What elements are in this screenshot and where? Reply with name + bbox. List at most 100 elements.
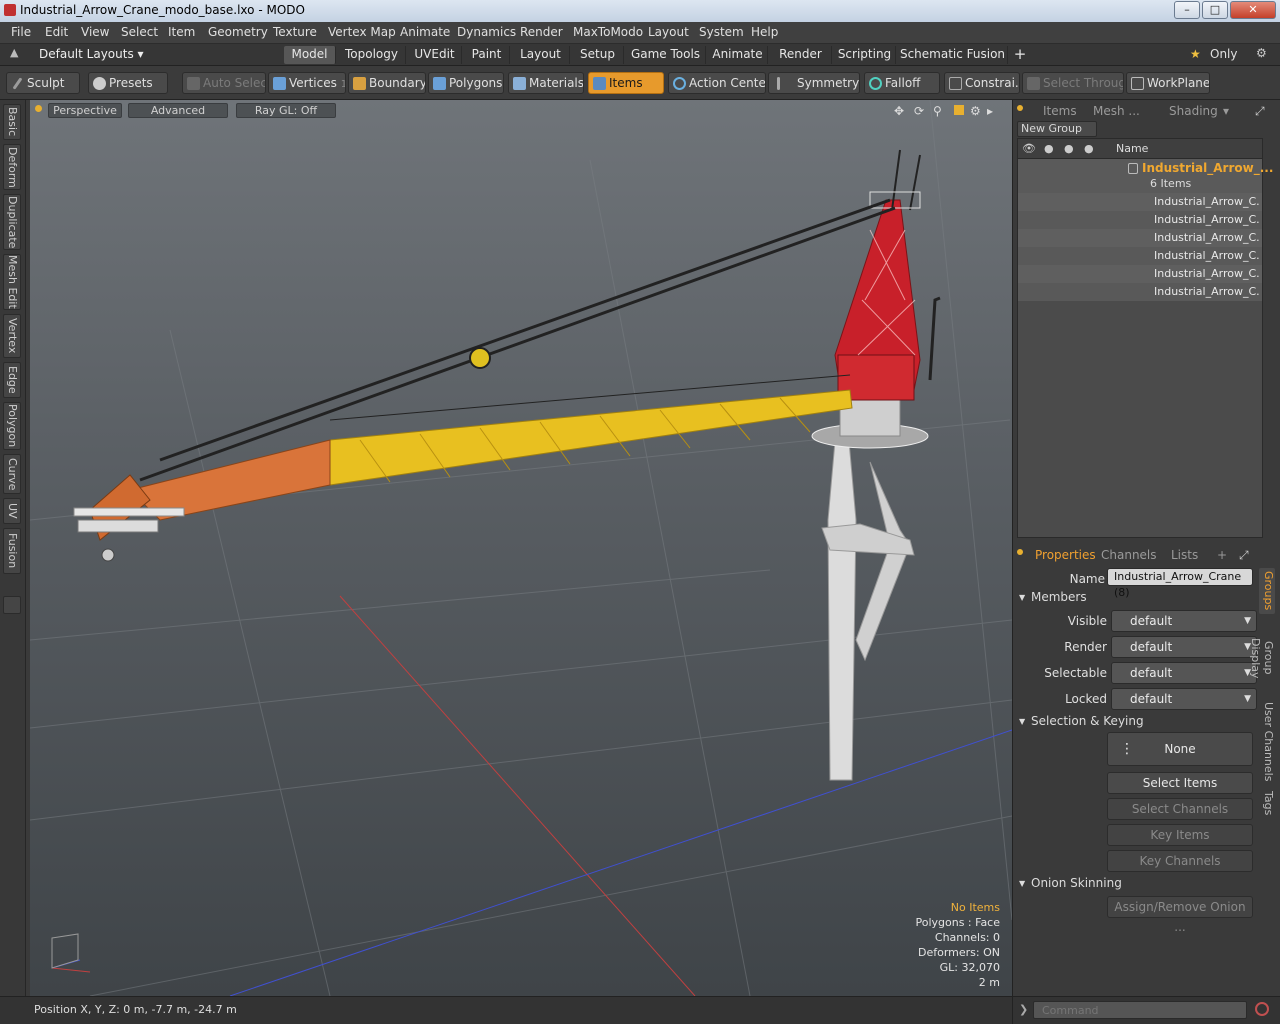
falloff-button[interactable]: Falloff xyxy=(864,72,940,94)
visibility-eye-icon[interactable]: 👁 xyxy=(1022,142,1036,155)
tab-layout[interactable]: Layout xyxy=(512,46,570,64)
polygons-button[interactable]: Polygons xyxy=(428,72,504,94)
key-channels-button[interactable]: Key Channels xyxy=(1107,850,1253,872)
menu-maxtomodo[interactable]: MaxToModo xyxy=(573,25,643,39)
tab-extra[interactable] xyxy=(3,596,21,614)
tab-setup[interactable]: Setup xyxy=(572,46,624,64)
lock-icon[interactable]: ● xyxy=(1064,142,1074,155)
select-items-button[interactable]: Select Items xyxy=(1107,772,1253,794)
tab-tags[interactable]: Tags xyxy=(1259,788,1275,818)
menu-render[interactable]: Render xyxy=(520,25,563,39)
name-field[interactable]: Industrial_Arrow_Crane (8) xyxy=(1107,568,1253,599)
tab-vertex[interactable]: Vertex xyxy=(3,314,21,358)
sculpt-button[interactable]: Sculpt xyxy=(6,72,80,94)
record-icon[interactable] xyxy=(1255,1002,1269,1016)
tab-deform[interactable]: Deform xyxy=(3,144,21,190)
panel-dropdown-icon[interactable]: ▾ xyxy=(1223,102,1229,120)
symmetry-button[interactable]: Symmetry xyxy=(768,72,860,94)
auto-select-button[interactable]: Auto Select xyxy=(182,72,266,94)
minimize-button[interactable]: – xyxy=(1174,1,1200,19)
tab-curve[interactable]: Curve xyxy=(3,454,21,494)
boundary-button[interactable]: Boundary xyxy=(348,72,426,94)
list-item[interactable]: Industrial_Arrow_C... xyxy=(1018,193,1262,211)
menu-edit[interactable]: Edit xyxy=(45,25,68,39)
items-button[interactable]: Items 5 xyxy=(588,72,664,94)
tab-render[interactable]: Render xyxy=(770,46,832,64)
materials-button[interactable]: Materials xyxy=(508,72,584,94)
only-toggle[interactable]: Only xyxy=(1210,47,1238,61)
list-item[interactable]: Industrial_Arrow_C... xyxy=(1018,265,1262,283)
menu-help[interactable]: Help xyxy=(751,25,778,39)
constraints-button[interactable]: Constrai... xyxy=(944,72,1020,94)
add-tab-button[interactable]: + xyxy=(1010,46,1030,64)
list-item[interactable]: Industrial_Arrow_C... xyxy=(1018,247,1262,265)
tab-edge[interactable]: Edge xyxy=(3,362,21,398)
menu-select[interactable]: Select xyxy=(121,25,158,39)
tab-groups[interactable]: Groups xyxy=(1259,568,1275,614)
command-input[interactable] xyxy=(1033,1001,1247,1019)
tab-schematic-fusion[interactable]: Schematic Fusion xyxy=(898,46,1008,64)
tab-scripting[interactable]: Scripting xyxy=(834,46,896,64)
tab-model[interactable]: Model xyxy=(284,46,336,64)
select-icon[interactable]: ● xyxy=(1084,142,1094,155)
tab-mesh[interactable]: Mesh ... xyxy=(1093,102,1140,120)
tab-shading[interactable]: Shading xyxy=(1169,102,1218,120)
tab-duplicate[interactable]: Duplicate xyxy=(3,194,21,250)
tab-uvedit[interactable]: UVEdit xyxy=(408,46,462,64)
tab-fusion[interactable]: Fusion xyxy=(3,528,21,574)
onion-skinning-section[interactable]: ▼ Onion Skinning xyxy=(1017,876,1253,892)
menu-file[interactable]: File xyxy=(11,25,31,39)
properties-expand-icon[interactable]: ⤢ xyxy=(1239,546,1249,564)
shading-mode-button[interactable]: Advanced xyxy=(128,103,228,118)
tab-animate[interactable]: Animate xyxy=(708,46,768,64)
tab-game-tools[interactable]: Game Tools xyxy=(626,46,706,64)
render-icon[interactable]: ● xyxy=(1044,142,1054,155)
tab-topology[interactable]: Topology xyxy=(338,46,406,64)
maximize-button[interactable]: □ xyxy=(1202,1,1228,19)
tab-uv[interactable]: UV xyxy=(3,498,21,524)
gear-icon[interactable]: ⚙ xyxy=(1256,46,1267,60)
workplane-button[interactable]: WorkPlane xyxy=(1126,72,1210,94)
menu-dynamics[interactable]: Dynamics xyxy=(457,25,516,39)
raygl-toggle[interactable]: Ray GL: Off xyxy=(236,103,336,118)
new-group-button[interactable]: New Group xyxy=(1017,121,1097,137)
assign-onion-button[interactable]: Assign/Remove Onion ... xyxy=(1107,896,1253,934)
group-row[interactable]: Industrial_Arrow_... 6 Items xyxy=(1018,159,1273,193)
select-through-button[interactable]: Select Through xyxy=(1022,72,1124,94)
menu-texture[interactable]: Texture xyxy=(273,25,317,39)
presets-button[interactable]: Presets xyxy=(88,72,168,94)
tab-properties[interactable]: Properties xyxy=(1035,546,1096,564)
list-item[interactable]: Industrial_Arrow_C... xyxy=(1018,229,1262,247)
action-center-button[interactable]: Action Center xyxy=(668,72,766,94)
render-dropdown[interactable]: default ▼ xyxy=(1111,636,1257,658)
vertices-button[interactable]: Vertices 1 xyxy=(268,72,346,94)
menu-animate[interactable]: Animate xyxy=(400,25,450,39)
visible-dropdown[interactable]: default ▼ xyxy=(1111,610,1257,632)
tab-polygon[interactable]: Polygon xyxy=(3,402,21,450)
menu-vertex-map[interactable]: Vertex Map xyxy=(328,25,396,39)
tab-user-channels[interactable]: User Channels xyxy=(1259,702,1275,782)
close-window-button[interactable]: ✕ xyxy=(1230,1,1276,19)
locked-dropdown[interactable]: default ▼ xyxy=(1111,688,1257,710)
layout-preset-dropdown[interactable]: Default Layouts ▾ xyxy=(39,47,144,61)
menu-system[interactable]: System xyxy=(699,25,744,39)
tab-mesh-edit[interactable]: Mesh Edit xyxy=(3,254,21,310)
tab-group-display[interactable]: Group Display xyxy=(1249,620,1275,696)
menu-view[interactable]: View xyxy=(81,25,109,39)
tab-items[interactable]: Items xyxy=(1043,102,1077,120)
selectable-dropdown[interactable]: default ▼ xyxy=(1111,662,1257,684)
panel-expand-icon[interactable]: ⤢ xyxy=(1255,102,1265,120)
members-section[interactable]: ▼ Members xyxy=(1017,590,1253,606)
menu-layout[interactable]: Layout xyxy=(648,25,689,39)
select-channels-button[interactable]: Select Channels xyxy=(1107,798,1253,820)
tab-lists[interactable]: Lists xyxy=(1171,546,1198,564)
selection-keying-section[interactable]: ▼ Selection & Keying xyxy=(1017,714,1253,730)
collapse-arrow-icon[interactable]: ▲ xyxy=(10,46,18,59)
tab-channels[interactable]: Channels xyxy=(1101,546,1157,564)
list-item[interactable]: Industrial_Arrow_C... xyxy=(1018,283,1262,301)
tab-paint[interactable]: Paint xyxy=(464,46,510,64)
add-tab-icon[interactable]: + xyxy=(1217,546,1227,564)
list-item[interactable]: Industrial_Arrow_C... xyxy=(1018,211,1262,229)
view-type-button[interactable]: Perspective xyxy=(48,103,122,118)
star-icon[interactable]: ★ xyxy=(1190,47,1201,61)
